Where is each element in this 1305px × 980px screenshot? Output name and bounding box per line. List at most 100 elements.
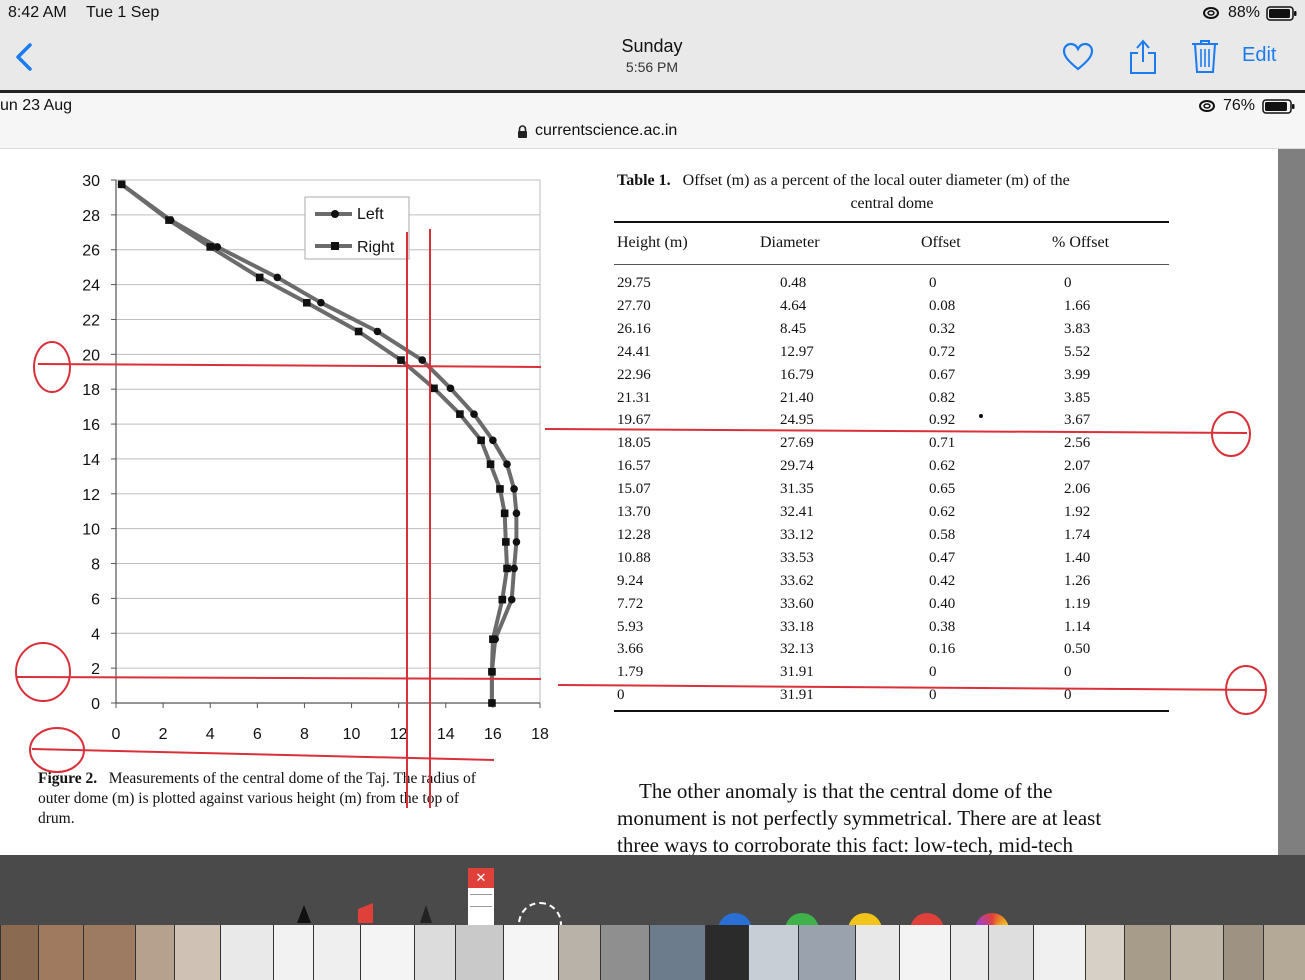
photo-thumbnail[interactable] (455, 925, 503, 980)
photo-thumbnail[interactable] (899, 925, 950, 980)
table-caption-label: Table 1. (617, 172, 671, 189)
data-point-right (303, 298, 311, 307)
table-cell: 0.38 (929, 618, 956, 635)
table-cell: 0.71 (929, 435, 956, 452)
y-tick-label: 28 (82, 208, 100, 225)
table-cell: 3.67 (1064, 412, 1091, 429)
photo-thumbnail[interactable] (1170, 925, 1223, 980)
photo-thumbnail[interactable] (748, 925, 798, 980)
table-cell: 31.91 (780, 664, 814, 681)
photo-thumbnail[interactable] (220, 925, 273, 980)
heart-icon[interactable] (1062, 42, 1094, 77)
table-cell: 4.64 (780, 297, 807, 314)
photo-thumbnail[interactable] (174, 925, 220, 980)
url-text: currentscience.ac.in (535, 122, 678, 139)
lock-icon (517, 125, 528, 144)
table-cell: 0.67 (929, 366, 956, 383)
table-cell: 0 (929, 687, 937, 704)
table-cell: 24.95 (780, 412, 814, 429)
photo-thumbnail[interactable] (1263, 925, 1305, 980)
photo-thumbnail[interactable] (1124, 925, 1170, 980)
col-header-height: Height (m) (617, 234, 688, 251)
data-point-right (165, 216, 173, 224)
table-cell: 5.93 (617, 618, 644, 635)
photo-thumbnail[interactable] (360, 925, 414, 980)
table-cell: 0.72 (929, 343, 956, 360)
y-tick-label: 22 (82, 312, 100, 329)
series-line-right (120, 182, 509, 703)
table-cell: 2.56 (1064, 435, 1091, 452)
figure-caption-line-3: drum. (38, 810, 75, 827)
table-cell: 33.12 (780, 526, 814, 543)
table-cell: 9.24 (617, 572, 644, 589)
nav-title: Sunday (621, 36, 683, 56)
x-tick-label: 6 (253, 726, 262, 743)
legend-left-label: Left (357, 206, 384, 223)
url-bar[interactable]: currentscience.ac.in (0, 118, 1305, 149)
table-cell: 0.48 (780, 275, 807, 291)
table-cell: 3.66 (617, 641, 644, 658)
table-bottom-rule (614, 710, 1169, 712)
data-point-right (489, 635, 497, 643)
table-cell: 0.82 (929, 389, 956, 406)
table-cell: 0 (617, 687, 625, 704)
pencil-tool-icon[interactable] (420, 905, 432, 923)
table-cell: 22.96 (617, 366, 651, 383)
photo-thumbnail[interactable] (950, 925, 988, 980)
data-point-right (397, 356, 405, 364)
battery-icon (1266, 6, 1298, 27)
y-tick-labels: 024681012141618202224262830 (82, 173, 100, 713)
photo-thumbnail[interactable] (414, 925, 455, 980)
inner-battery-text: 76% (1223, 97, 1256, 114)
data-point-right (456, 410, 464, 418)
photo-thumbnail[interactable] (1033, 925, 1085, 980)
table-cell: 3.85 (1064, 389, 1091, 406)
table-cell: 0 (929, 275, 937, 291)
y-tick-label: 16 (82, 417, 100, 434)
eraser-close-icon[interactable]: ✕ (468, 868, 494, 888)
data-point-right (488, 699, 496, 707)
photo-thumbnail[interactable] (649, 925, 705, 980)
photo-thumbnail[interactable] (83, 925, 135, 980)
pen-tool-icon[interactable] (297, 905, 311, 923)
photo-thumbnail[interactable] (855, 925, 899, 980)
photo-thumbnail[interactable] (600, 925, 649, 980)
photo-thumbnail[interactable] (705, 925, 748, 980)
table-cell: 13.70 (617, 504, 651, 520)
table-cell: 0.58 (929, 526, 956, 543)
dome-chart: 024681012141618202224262830 0 2 4 6 8 10 12 14 1… (82, 173, 549, 743)
table-cell: 12.97 (780, 343, 814, 360)
back-chevron-icon[interactable] (14, 42, 34, 77)
table-cell: 21.40 (780, 389, 814, 406)
photo-thumbnail[interactable] (1085, 925, 1124, 980)
photo-thumbnail[interactable] (273, 925, 313, 980)
photo-thumbnail[interactable] (503, 925, 558, 980)
data-point-left (510, 564, 518, 573)
data-point-right (500, 509, 509, 518)
photo-thumbnail[interactable] (313, 925, 360, 980)
table-cell: 31.35 (780, 481, 814, 498)
table-cell: 1.26 (1064, 572, 1091, 589)
photo-thumbnail[interactable] (988, 925, 1033, 980)
photo-thumbnail[interactable] (135, 925, 174, 980)
table-cell: 2.07 (1064, 458, 1091, 475)
legend-right-label: Right (357, 239, 395, 256)
edit-button[interactable]: Edit (1242, 44, 1276, 67)
markup-eraser-tool[interactable]: ✕ (468, 868, 494, 926)
photo-thumbnail[interactable] (798, 925, 855, 980)
data-point-right (488, 667, 496, 676)
legend-left-marker (331, 210, 339, 218)
table-cell: 33.60 (780, 595, 814, 612)
trash-icon[interactable] (1190, 38, 1220, 79)
photo-thumbnail[interactable] (1223, 925, 1263, 980)
photo-thumbnail[interactable] (558, 925, 600, 980)
table-cell: 0.92 (929, 412, 956, 429)
share-icon[interactable] (1128, 38, 1158, 81)
col-header-pct-offset: % Offset (1052, 234, 1110, 251)
table-cell: 1.40 (1064, 549, 1091, 566)
y-tick-label: 2 (91, 661, 100, 678)
table-caption-line-2: central dome (850, 195, 934, 212)
photo-thumbnail[interactable] (38, 925, 83, 980)
table-cell: 2.06 (1064, 481, 1091, 498)
photo-thumbnail[interactable] (0, 925, 38, 980)
